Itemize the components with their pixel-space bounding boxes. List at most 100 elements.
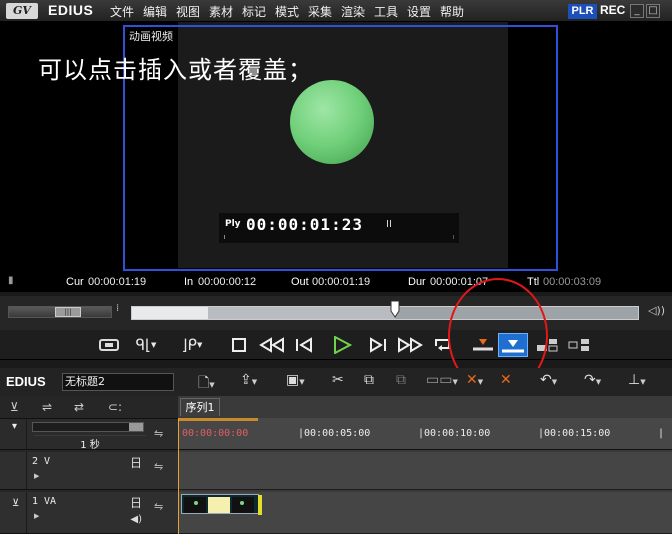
overwrite-mode-button[interactable] <box>498 333 528 357</box>
sync-lock-icon[interactable]: ⇋ <box>154 500 163 513</box>
audio-monitor-icon[interactable]: ◁)) <box>648 304 665 317</box>
position-slider[interactable] <box>131 301 639 320</box>
menu-file[interactable]: 文件 <box>110 3 134 20</box>
paste-insert-button[interactable]: ▭▭▼ <box>426 372 458 392</box>
video-caption: 可以点击插入或者覆盖； <box>38 56 313 84</box>
plr-mode-toggle[interactable]: PLR <box>568 4 597 19</box>
loop-icon <box>435 339 450 351</box>
open-icon: ⇪ <box>240 372 252 388</box>
loop-button[interactable] <box>432 333 454 357</box>
menu-view[interactable]: 视图 <box>176 3 200 20</box>
chevron-down-icon[interactable]: ▼ <box>197 341 202 349</box>
playhead-handle-icon[interactable] <box>390 301 400 319</box>
track-header-1va[interactable]: ⊻ 1 VA 日 ▶ ◀) ⇋ <box>0 492 178 534</box>
app-title: EDIUS <box>48 2 94 18</box>
timeline-ruler[interactable]: 00:00:00:00 |00:00:05:00 |00:00:10:00 |0… <box>178 418 672 450</box>
fast-forward-icon <box>398 337 423 353</box>
rewind-button[interactable] <box>258 333 286 357</box>
timeline-area: 序列1 00:00:00:00 |00:00:05:00 |00:00:10:0… <box>178 396 672 534</box>
sync-lock-icon[interactable]: ⇋ <box>154 427 163 440</box>
marker-button[interactable]: ⊥▼ <box>628 372 646 392</box>
divider <box>26 492 27 533</box>
menu-edit[interactable]: 编辑 <box>143 3 167 20</box>
dur-label: Dur <box>408 276 426 288</box>
stop-button[interactable] <box>228 333 250 357</box>
expand-icon[interactable]: ▶ <box>34 472 39 480</box>
play-button[interactable] <box>330 333 354 357</box>
cut-button[interactable]: ✂ <box>332 372 344 392</box>
open-button[interactable]: ⇪▼ <box>240 372 257 392</box>
track-lane-1va[interactable] <box>178 492 672 534</box>
transport-bar: ᑫ⌊▼ ⌋ᑭ▼ <box>0 330 672 360</box>
undo-button[interactable]: ↶▼ <box>540 372 557 392</box>
rec-mode-toggle[interactable]: REC <box>600 3 625 17</box>
menu-marker[interactable]: 标记 <box>242 3 266 20</box>
menu-clip[interactable]: 素材 <box>209 3 233 20</box>
mode-button[interactable] <box>98 333 120 357</box>
ttl-timecode: 00:00:03:09 <box>543 276 602 288</box>
zoom-thumb[interactable] <box>129 423 143 431</box>
sync-mode-button[interactable] <box>566 333 592 357</box>
ruler-label: |00:00:15:00 <box>538 428 611 439</box>
delete-button[interactable]: ✕▼ <box>466 372 483 392</box>
track-lane-2v[interactable] <box>178 452 672 490</box>
scissors-icon: ✂ <box>332 372 344 388</box>
ruler-work-area <box>178 418 258 421</box>
track-header-2v[interactable]: 2 V 日 ▶ ⇋ <box>0 452 178 490</box>
timeline-toolbar: EDIUS 无标题2 🗋▼ ⇪▼ ▣▼ ✂ ⧉ ⧉ ▭▭▼ ✕▼ ✕ ↶▼ ↷▼… <box>0 368 672 396</box>
fast-forward-button[interactable] <box>396 333 424 357</box>
new-sequence-button[interactable]: 🗋▼ <box>198 372 215 392</box>
insert-icon <box>473 339 493 351</box>
paste-button[interactable]: ⧉ <box>396 372 406 392</box>
collapse-icon[interactable]: ▾ <box>12 421 17 432</box>
link-icon[interactable]: ⇄ <box>74 400 84 414</box>
menu-mode[interactable]: 模式 <box>275 3 299 20</box>
cur-label: Cur <box>66 276 84 288</box>
set-out-button[interactable]: ⌋ᑭ▼ <box>172 333 212 357</box>
video-clip[interactable] <box>181 494 262 515</box>
speaker-icon[interactable]: ◀) <box>130 514 142 525</box>
frame-label: 动画视频 <box>129 30 173 43</box>
menu-tools[interactable]: 工具 <box>374 3 398 20</box>
channel-select-icon[interactable]: ⊻ <box>12 498 19 509</box>
jog-slider[interactable]: ||| <box>8 306 112 318</box>
menu-capture[interactable]: 采集 <box>308 3 332 20</box>
ripple-delete-button[interactable]: ✕ <box>500 372 512 392</box>
save-button[interactable]: ▣▼ <box>286 372 305 392</box>
snap-icon[interactable]: ⊂: <box>108 400 122 414</box>
clip-out-handle[interactable] <box>258 495 262 515</box>
track-type-icon: 日 <box>129 456 142 470</box>
clip-thumbnail-dot <box>194 501 198 505</box>
tab-sequence[interactable]: 序列1 <box>180 398 220 416</box>
timecode-row: Cur 00:00:01:19 In 00:00:00:12 Out 00:00… <box>0 274 672 292</box>
ply-timecode: 00:00:01:23 <box>246 215 363 234</box>
set-in-button[interactable]: ᑫ⌊▼ <box>128 333 164 357</box>
minimize-icon: _ <box>634 5 640 16</box>
zoom-slider[interactable] <box>32 422 144 432</box>
step-back-button[interactable] <box>292 333 316 357</box>
ripple-delete-icon: ✕ <box>500 372 512 388</box>
project-name-field[interactable]: 无标题2 <box>62 373 174 391</box>
chevron-down-icon[interactable]: ▼ <box>151 341 156 349</box>
insert-mode-button[interactable] <box>470 333 496 357</box>
timeline-playhead[interactable] <box>178 418 179 534</box>
redo-button[interactable]: ↷▼ <box>584 372 601 392</box>
set-in-point-icon[interactable]: ⊻ <box>10 400 19 414</box>
copy-button[interactable]: ⧉ <box>364 372 374 392</box>
jog-thumb[interactable]: ||| <box>55 307 81 317</box>
menu-help[interactable]: 帮助 <box>440 3 464 20</box>
menu-render[interactable]: 渲染 <box>341 3 365 20</box>
maximize-button[interactable]: □ <box>646 4 660 18</box>
zoom-level-select[interactable]: 1 秒 <box>34 435 146 451</box>
paste-insert-icon: ▭▭ <box>426 372 453 388</box>
ruler-label: | <box>658 428 665 439</box>
expand-icon[interactable]: ▶ <box>34 512 39 520</box>
menu-settings[interactable]: 设置 <box>407 3 431 20</box>
minimize-button[interactable]: _ <box>630 4 644 18</box>
trim-mode-button[interactable] <box>534 333 560 357</box>
timeline-logo: EDIUS <box>6 374 46 389</box>
step-forward-button[interactable] <box>366 333 390 357</box>
timecode-tick-bar <box>224 235 454 239</box>
track-edit-icon[interactable]: ⇌ <box>42 400 52 414</box>
sync-lock-icon[interactable]: ⇋ <box>154 460 163 473</box>
